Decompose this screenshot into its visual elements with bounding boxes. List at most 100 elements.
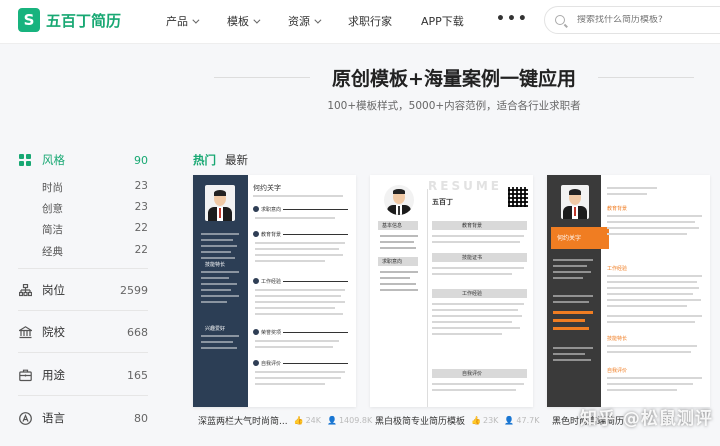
category-style[interactable]: 风格 90 [18,150,148,170]
view-count: 47.7K [516,416,540,425]
resume-left-section: 技能特长 [205,262,226,268]
template-card[interactable]: 技能特长 兴趣爱好 何约关字 求职意向 教育背景 工作经验 荣誉奖项 自我评价 [193,175,356,407]
category-count: 80 [134,411,148,425]
subcategory-count: 23 [134,180,148,192]
nav-item-app-download[interactable]: APP下载 [421,13,464,29]
resume-left-section: 兴趣爱好 [205,326,226,332]
like-count: 23K [482,416,499,425]
tab-latest[interactable]: 最新 [225,152,248,168]
nav-item-label: 求职行家 [348,15,392,28]
nav-item-resources[interactable]: 资源 [288,13,322,29]
category-count: 2599 [120,283,148,297]
subcategory-label: 简洁 [42,224,63,236]
resume-name: 何约关字 [557,235,582,242]
resume-section: 工作经验 [462,291,483,297]
category-language[interactable]: 语言 80 [18,408,148,428]
view-count: 1409.8K [338,416,373,425]
resume-watermark: RESUME [428,179,502,193]
resume-section: 工作经验 [261,279,282,285]
nav-item-templates[interactable]: 模板 [227,13,261,29]
top-nav: S 五百丁简历 产品 模板 资源 求职行家 APP下载 ••• [0,0,720,44]
subcategory-label: 时尚 [42,182,63,194]
sidebar-divider [18,310,148,311]
subcategory-count: 22 [134,244,148,256]
subcategory-fashion[interactable]: 时尚 23 [42,180,148,196]
school-building-icon [18,325,32,339]
category-label: 用途 [42,368,65,382]
resume-section: 荣誉奖项 [261,330,282,336]
resume-section: 自我评价 [261,361,282,367]
resume-section: 自我评价 [462,371,483,377]
nav-item-job-experts[interactable]: 求职行家 [348,13,392,29]
nav-item-label: 模板 [227,15,249,28]
subcategory-count: 23 [134,201,148,213]
category-count: 90 [134,153,148,167]
language-icon [18,411,32,425]
resume-section: 基本信息 [382,223,403,229]
template-title: 深蓝两栏大气时尚简... [198,417,288,427]
resume-avatar [205,185,235,221]
hero-subtitle: 100+模板样式，5000+内容范例，适合各行业求职者 [327,100,581,112]
briefcase-icon [18,368,32,382]
template-title: 黑白极简专业简历模板 [375,417,466,427]
template-card[interactable]: RESUME 五百丁 基本信息 求职意向 教育背景 技能证书 工作经验 自我评价 [370,175,533,407]
subcategory-simple[interactable]: 简洁 22 [42,222,148,238]
resume-section: 教育背景 [607,206,628,212]
like-count: 24K [305,416,321,425]
sidebar-divider [18,395,148,396]
resume-avatar [561,185,589,219]
category-count: 165 [127,368,148,382]
logo-mark-icon: S [18,8,40,32]
category-label: 语言 [42,411,65,425]
subcategory-creative[interactable]: 创意 23 [42,201,148,217]
subcategory-count: 22 [134,222,148,234]
subcategory-classic[interactable]: 经典 22 [42,244,148,260]
sidebar-divider [18,268,148,269]
like-icon: 👍 [471,416,481,425]
like-icon: 👍 [293,416,304,425]
template-card[interactable]: 何约关字 教育背景 工作经验 技能特长 自我评价 [547,175,710,407]
view-icon: 👤 [327,416,337,425]
template-card-caption[interactable]: 黑白极简专业简历模板 👍 23K 👤 47.7K [375,414,539,427]
sidebar-divider [18,352,148,353]
nav-item-product[interactable]: 产品 [166,13,200,29]
logo[interactable]: S 五百丁简历 [18,8,121,32]
category-usage[interactable]: 用途 165 [18,365,148,385]
resume-section: 求职意向 [382,259,403,265]
resume-avatar [384,185,414,215]
chevron-down-icon [314,16,322,24]
resume-name: 五百丁 [432,198,453,206]
logo-text: 五百丁简历 [46,11,122,30]
subcategory-label: 创意 [42,203,63,215]
category-count: 668 [127,325,148,339]
search-icon [555,15,565,25]
category-label: 岗位 [42,283,65,297]
resume-section: 工作经验 [607,266,628,272]
resume-name: 何约关字 [253,184,281,192]
category-school[interactable]: 院校 668 [18,322,148,342]
resume-section: 技能证书 [462,255,483,261]
tab-hot[interactable]: 热门 [193,152,216,168]
more-menu-icon[interactable]: ••• [496,11,529,27]
category-label: 院校 [42,325,65,339]
resume-section: 自我评价 [607,368,628,374]
category-label: 风格 [42,153,65,167]
template-card-caption[interactable]: 深蓝两栏大气时尚简... 👍 24K 👤 1409.8K [198,414,372,427]
resume-section: 教育背景 [462,223,483,229]
search-input[interactable] [577,15,717,25]
search-box[interactable] [544,6,720,34]
view-icon: 👤 [504,416,515,425]
chevron-down-icon [192,16,200,24]
hero-title: 原创模板+海量案例一键应用 [332,68,576,90]
qr-code-icon [508,187,528,207]
resume-section: 求职意向 [261,207,282,213]
resume-section: 技能特长 [607,336,628,342]
nav-item-label: APP下载 [421,15,464,28]
style-grid-icon [18,153,32,167]
nav-item-label: 资源 [288,15,310,28]
category-position[interactable]: 岗位 2599 [18,280,148,300]
zhihu-watermark: 知乎 @松鼠测评 [580,409,713,429]
org-chart-icon [18,283,32,297]
chevron-down-icon [253,16,261,24]
nav-item-label: 产品 [166,15,188,28]
